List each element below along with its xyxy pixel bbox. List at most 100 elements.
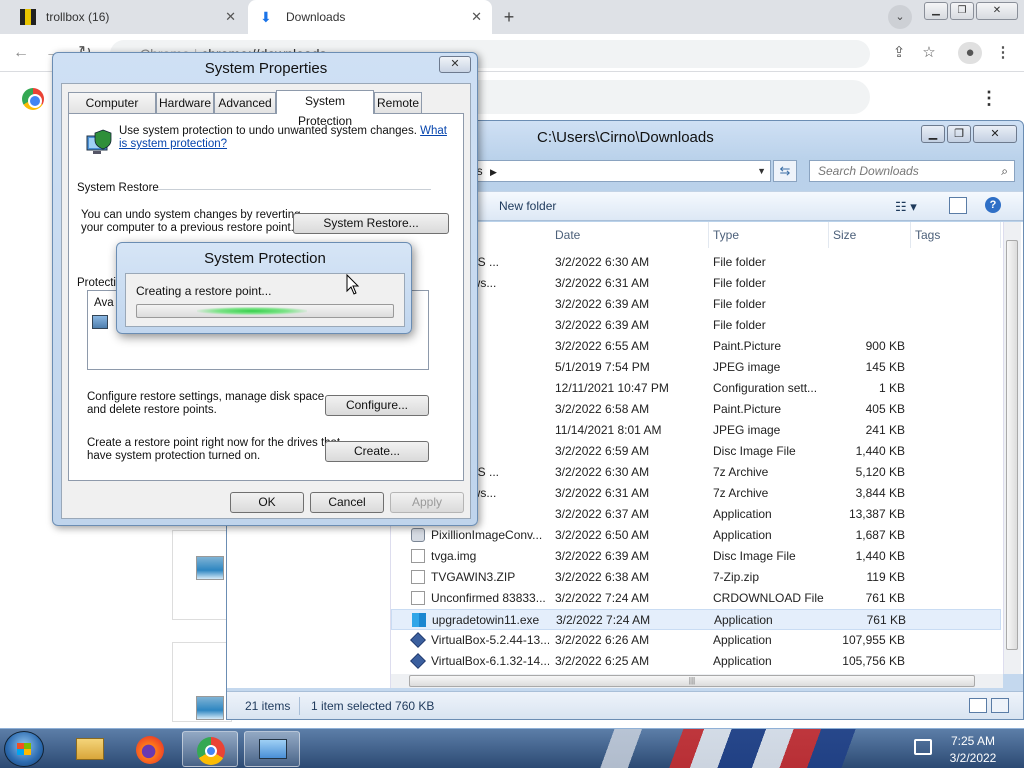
create-button[interactable]: Create... — [325, 441, 429, 462]
tab-search-button[interactable]: ⌄ — [888, 5, 912, 29]
taskbar-system-properties-button[interactable] — [244, 731, 300, 767]
cell-size: 900 KB — [865, 339, 905, 353]
tab-computer-name[interactable]: Computer Name — [68, 92, 156, 130]
cell-name: upgradetowin11.exe — [432, 613, 540, 627]
app-icon — [411, 528, 425, 542]
table-row[interactable]: tvga.img 3/2/2022 6:39 AM Disc Image File 1… — [391, 546, 1001, 567]
chrome-menu-icon[interactable]: ⋮ — [992, 42, 1014, 64]
help-icon[interactable]: ? — [985, 197, 1001, 213]
taskbar-firefox-button[interactable] — [122, 731, 178, 767]
column-type[interactable]: Type — [709, 222, 829, 248]
scroll-thumb[interactable]: ||| — [409, 675, 975, 687]
table-row[interactable]: Unconfirmed 83833... 3/2/2022 7:24 AM CRDO… — [391, 588, 1001, 609]
dialog-title: System Properties — [204, 60, 328, 77]
vbox-icon — [410, 653, 426, 669]
cell-type: Configuration sett... — [713, 381, 818, 395]
tab-remote[interactable]: Remote — [374, 92, 422, 113]
table-row[interactable]: t MS-DOS ...3/2/2022 6:30 AMFile folder — [391, 252, 1001, 273]
explorer-close-button[interactable]: ✕ — [973, 125, 1017, 143]
refresh-button[interactable]: ⇆ — [773, 160, 797, 182]
clock-time[interactable]: 7:25 AM — [938, 734, 1008, 748]
selection-info: 1 item selected 760 KB — [311, 699, 435, 713]
cell-size: 119 KB — [866, 570, 905, 584]
table-row[interactable]: pg5/1/2019 7:54 PMJPEG image145 KB — [391, 357, 1001, 378]
large-icons-view-icon[interactable] — [991, 698, 1009, 713]
vertical-scrollbar[interactable] — [1003, 222, 1021, 674]
what-is-system-protection-link[interactable]: is system protection? — [119, 138, 227, 150]
tab-trollbox[interactable]: trollbox (16) ✕ — [8, 0, 246, 34]
minimize-button[interactable]: ▁ — [924, 2, 948, 20]
table-row[interactable]: tup.exe3/2/2022 6:37 AMApplication13,387… — [391, 504, 1001, 525]
table-row[interactable]: upgradetowin11.exe 3/2/2022 7:24 AM Applic… — [391, 609, 1001, 630]
cancel-button[interactable]: Cancel — [310, 492, 384, 513]
close-tab-icon[interactable]: ✕ — [225, 9, 236, 25]
table-row[interactable]: pg11/14/2021 8:01 AMJPEG image241 KB — [391, 420, 1001, 441]
tab-advanced[interactable]: Advanced — [214, 92, 276, 113]
explorer-minimize-button[interactable]: ▁ — [921, 125, 945, 143]
mouse-cursor-icon — [346, 274, 360, 295]
share-icon[interactable]: ⇪ — [888, 42, 910, 64]
configure-button[interactable]: Configure... — [325, 395, 429, 416]
cell-type: Disc Image File — [713, 549, 796, 563]
table-row[interactable]: t Windows...3/2/2022 6:31 AMFile folder — [391, 273, 1001, 294]
table-row[interactable]: TVGAWIN3.ZIP 3/2/2022 6:38 AM 7-Zip.zip 119… — [391, 567, 1001, 588]
taskbar-chrome-button[interactable] — [182, 731, 238, 767]
start-button[interactable] — [4, 731, 44, 767]
taskbar-explorer-button[interactable] — [62, 731, 118, 767]
tab-hardware[interactable]: Hardware — [156, 92, 214, 113]
table-row[interactable]: VirtualBox-5.2.44-13... 3/2/2022 6:26 AM A… — [391, 630, 1001, 651]
table-row[interactable]: mg3/2/2022 6:59 AMDisc Image File1,440 K… — [391, 441, 1001, 462]
more-options-icon[interactable]: ⋮ — [980, 88, 998, 109]
apply-button[interactable]: Apply — [390, 492, 464, 513]
address-dropdown-icon[interactable]: ▼ — [757, 161, 766, 181]
close-window-button[interactable]: ✕ — [976, 2, 1018, 20]
cell-date: 3/2/2022 6:50 AM — [555, 528, 650, 542]
tab-downloads[interactable]: ⬇ Downloads ✕ — [248, 0, 492, 34]
table-row[interactable]: mp3/2/2022 6:58 AMPaint.Picture405 KB — [391, 399, 1001, 420]
column-date[interactable]: Date — [551, 222, 709, 248]
explorer-address-bar[interactable]: ds ▶ ▼ — [463, 160, 771, 182]
table-row[interactable]: N33/2/2022 6:39 AMFile folder — [391, 294, 1001, 315]
cell-type: 7z Archive — [713, 486, 769, 500]
taskbar: 7:25 AM 3/2/2022 — [0, 728, 1024, 768]
search-downloads-input[interactable]: Search Downloads ⌕ — [809, 160, 1015, 182]
table-row[interactable]: ni12/11/2021 10:47 PMConfiguration sett.… — [391, 378, 1001, 399]
ok-button[interactable]: OK — [230, 492, 304, 513]
search-icon[interactable]: ⌕ — [1001, 161, 1008, 181]
table-row[interactable]: 003/2/2022 6:39 AMFile folder — [391, 315, 1001, 336]
new-tab-button[interactable]: + — [498, 6, 520, 28]
tab-system-protection[interactable]: System Protection — [276, 90, 374, 128]
table-row[interactable]: t MS-DOS ...3/2/2022 6:30 AM7z Archive5,… — [391, 462, 1001, 483]
back-button[interactable]: ← — [10, 42, 32, 64]
what-link[interactable]: What — [420, 125, 447, 137]
scroll-thumb[interactable] — [1006, 240, 1018, 650]
breadcrumb-arrow-icon[interactable]: ▶ — [490, 167, 497, 177]
system-restore-button[interactable]: System Restore... — [293, 213, 449, 234]
cell-size: 761 KB — [866, 613, 906, 627]
clock-date[interactable]: 3/2/2022 — [938, 751, 1008, 765]
details-view-icon[interactable] — [969, 698, 987, 713]
table-row[interactable]: PixillionImageConv... 3/2/2022 6:50 AM App… — [391, 525, 1001, 546]
cell-type: Application — [713, 633, 772, 647]
maximize-button[interactable]: ❐ — [950, 2, 974, 20]
table-row[interactable]: VirtualBox-6.1.32-14... 3/2/2022 6:25 AM A… — [391, 651, 1001, 672]
network-icon[interactable] — [914, 739, 932, 755]
progress-dialog-title: System Protection — [204, 250, 326, 267]
column-size[interactable]: Size — [829, 222, 911, 248]
cell-date: 3/2/2022 6:58 AM — [555, 402, 650, 416]
bookmark-star-icon[interactable]: ☆ — [918, 42, 940, 64]
table-row[interactable]: t Windows...3/2/2022 6:31 AM7z Archive3,… — [391, 483, 1001, 504]
views-icon[interactable]: ☷ ▾ — [895, 199, 917, 215]
download-icon: ⬇ — [260, 9, 272, 25]
new-folder-button[interactable]: New folder — [499, 199, 556, 213]
column-tags[interactable]: Tags — [911, 222, 1001, 248]
cell-date: 3/2/2022 6:25 AM — [555, 654, 650, 668]
explorer-maximize-button[interactable]: ❐ — [947, 125, 971, 143]
table-row[interactable]: mp3/2/2022 6:55 AMPaint.Picture900 KB — [391, 336, 1001, 357]
close-tab-icon[interactable]: ✕ — [471, 9, 482, 25]
horizontal-scrollbar[interactable]: ||| — [391, 674, 1003, 688]
create-description: Create a restore point right now for the… — [87, 437, 341, 462]
profile-avatar[interactable]: ● — [958, 42, 982, 64]
dialog-close-button[interactable]: ✕ — [439, 56, 471, 73]
preview-pane-icon[interactable] — [949, 197, 967, 214]
